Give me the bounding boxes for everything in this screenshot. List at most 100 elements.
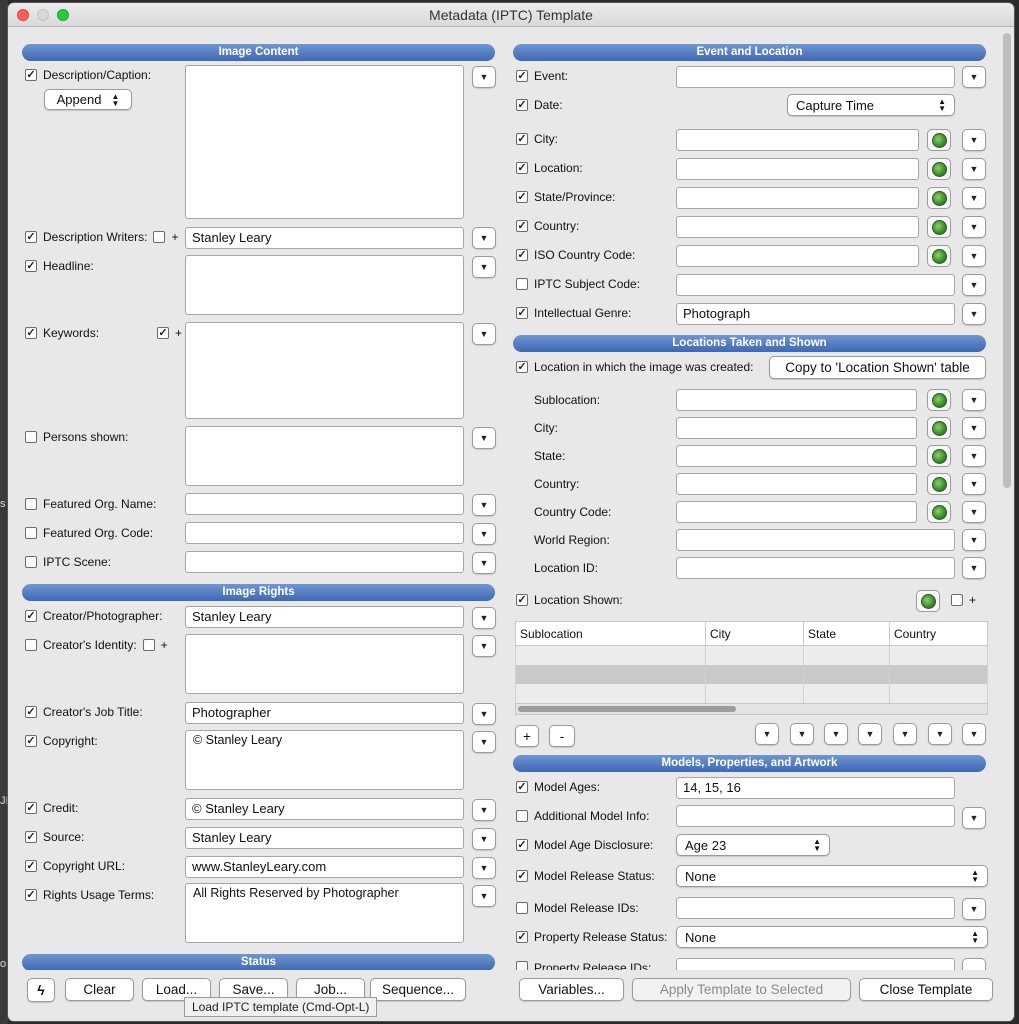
persons-shown-textarea[interactable] xyxy=(185,426,464,486)
table-row[interactable] xyxy=(515,645,988,665)
description-checkbox[interactable]: ✓ xyxy=(25,69,37,81)
release-ids-checkbox[interactable] xyxy=(516,902,528,914)
column-header-sublocation[interactable]: Sublocation xyxy=(515,621,706,646)
column-region-dropdown-button[interactable]: ▼ xyxy=(928,723,952,745)
sublocation-dropdown-button[interactable]: ▼ xyxy=(962,389,986,411)
location-shown-lookup-button[interactable] xyxy=(916,590,940,612)
column-city-dropdown-button[interactable]: ▼ xyxy=(790,723,814,745)
close-template-button[interactable]: Close Template xyxy=(859,978,993,1001)
creator-identity-append-checkbox[interactable] xyxy=(142,639,155,651)
description-dropdown-button[interactable]: ▼ xyxy=(472,66,496,88)
event-input[interactable] xyxy=(676,66,955,88)
subject-code-checkbox[interactable] xyxy=(516,278,528,290)
copyright-url-dropdown-button[interactable]: ▼ xyxy=(472,857,496,879)
copy-to-location-shown-button[interactable]: Copy to 'Location Shown' table xyxy=(769,356,986,379)
property-status-select[interactable]: None ▲ ▼ xyxy=(676,926,988,948)
created-country-code-input[interactable] xyxy=(676,501,917,523)
source-checkbox[interactable]: ✓ xyxy=(25,831,37,843)
iso-code-checkbox[interactable]: ✓ xyxy=(516,249,528,261)
featured-org-name-checkbox[interactable] xyxy=(25,498,37,510)
minimize-window-icon[interactable] xyxy=(37,9,49,21)
zoom-window-icon[interactable] xyxy=(57,9,69,21)
job-title-input[interactable]: Photographer xyxy=(185,702,464,724)
keywords-dropdown-button[interactable]: ▼ xyxy=(472,323,496,345)
column-code-dropdown-button[interactable]: ▼ xyxy=(893,723,917,745)
credit-checkbox[interactable]: ✓ xyxy=(25,802,37,814)
headline-checkbox[interactable]: ✓ xyxy=(25,260,37,272)
description-writers-dropdown-button[interactable]: ▼ xyxy=(472,227,496,249)
column-country-dropdown-button[interactable]: ▼ xyxy=(858,723,882,745)
creator-checkbox[interactable]: ✓ xyxy=(25,610,37,622)
table-horizontal-scrollbar[interactable] xyxy=(515,703,988,715)
date-checkbox[interactable]: ✓ xyxy=(516,99,528,111)
add-location-button[interactable]: + xyxy=(515,725,539,747)
iptc-scene-checkbox[interactable] xyxy=(25,556,37,568)
copyright-url-input[interactable]: www.StanleyLeary.com xyxy=(185,856,464,878)
location-shown-append-checkbox[interactable] xyxy=(951,594,963,606)
creator-input[interactable]: Stanley Leary xyxy=(185,606,464,628)
description-mode-select[interactable]: Append ▲ ▼ xyxy=(44,89,132,110)
world-region-dropdown-button[interactable]: ▼ xyxy=(962,529,986,551)
table-row[interactable] xyxy=(515,664,988,684)
location-id-input[interactable] xyxy=(676,557,955,579)
copyright-dropdown-button[interactable]: ▼ xyxy=(472,731,496,753)
sequence-button[interactable]: Sequence... xyxy=(370,978,466,1001)
created-state-lookup-button[interactable] xyxy=(927,445,951,467)
country-lookup-button[interactable] xyxy=(927,216,951,238)
created-city-lookup-button[interactable] xyxy=(927,417,951,439)
age-disclosure-select[interactable]: Age 23 ▲ ▼ xyxy=(676,834,830,856)
keywords-append-checkbox[interactable]: ✓ xyxy=(157,327,169,339)
location-shown-checkbox[interactable]: ✓ xyxy=(516,594,528,606)
creator-identity-textarea[interactable] xyxy=(185,634,464,694)
created-country-code-lookup-button[interactable] xyxy=(927,501,951,523)
location-id-dropdown-button[interactable]: ▼ xyxy=(962,557,986,579)
credit-dropdown-button[interactable]: ▼ xyxy=(472,799,496,821)
credit-input[interactable]: © Stanley Leary xyxy=(185,798,464,820)
source-dropdown-button[interactable]: ▼ xyxy=(472,828,496,850)
headline-dropdown-button[interactable]: ▼ xyxy=(472,256,496,278)
column-header-state[interactable]: State xyxy=(803,621,890,646)
created-state-input[interactable] xyxy=(676,445,917,467)
apply-template-button[interactable]: Apply Template to Selected xyxy=(632,978,851,1001)
release-ids-dropdown-button[interactable]: ▼ xyxy=(962,898,986,920)
clear-button[interactable]: Clear xyxy=(65,978,134,1001)
column-header-city[interactable]: City xyxy=(705,621,804,646)
genre-input[interactable]: Photograph xyxy=(676,303,955,325)
quick-apply-button[interactable]: ϟ xyxy=(27,978,55,1002)
persons-shown-dropdown-button[interactable]: ▼ xyxy=(472,427,496,449)
featured-org-name-input[interactable] xyxy=(185,493,464,515)
iptc-scene-dropdown-button[interactable]: ▼ xyxy=(472,552,496,574)
column-state-dropdown-button[interactable]: ▼ xyxy=(824,723,848,745)
description-writers-input[interactable]: Stanley Leary xyxy=(185,227,464,249)
vertical-scrollbar-thumb[interactable] xyxy=(1003,33,1011,488)
state-lookup-button[interactable] xyxy=(927,187,951,209)
copyright-checkbox[interactable]: ✓ xyxy=(25,735,37,747)
age-disclosure-checkbox[interactable]: ✓ xyxy=(516,839,528,851)
scrollbar-thumb[interactable] xyxy=(518,706,736,712)
rights-usage-dropdown-button[interactable]: ▼ xyxy=(472,885,496,907)
iso-code-input[interactable] xyxy=(676,245,919,267)
featured-org-code-input[interactable] xyxy=(185,522,464,544)
property-ids-input[interactable] xyxy=(676,958,955,970)
location-shown-table[interactable]: Sublocation City State Country xyxy=(515,621,988,703)
state-checkbox[interactable]: ✓ xyxy=(516,191,528,203)
additional-info-dropdown-button[interactable]: ▼ xyxy=(962,807,986,829)
world-region-input[interactable] xyxy=(676,529,955,551)
city-dropdown-button[interactable]: ▼ xyxy=(962,129,986,151)
date-select[interactable]: Capture Time ▲ ▼ xyxy=(787,94,955,116)
iso-code-dropdown-button[interactable]: ▼ xyxy=(962,245,986,267)
property-status-checkbox[interactable]: ✓ xyxy=(516,931,528,943)
featured-org-code-checkbox[interactable] xyxy=(25,527,37,539)
additional-info-checkbox[interactable] xyxy=(516,810,528,822)
source-input[interactable]: Stanley Leary xyxy=(185,827,464,849)
country-dropdown-button[interactable]: ▼ xyxy=(962,216,986,238)
location-checkbox[interactable]: ✓ xyxy=(516,162,528,174)
featured-org-code-dropdown-button[interactable]: ▼ xyxy=(472,523,496,545)
creator-identity-dropdown-button[interactable]: ▼ xyxy=(472,635,496,657)
release-status-select[interactable]: None ▲ ▼ xyxy=(676,865,988,887)
job-title-checkbox[interactable]: ✓ xyxy=(25,706,37,718)
additional-info-input[interactable] xyxy=(676,805,955,827)
created-city-input[interactable] xyxy=(676,417,917,439)
rights-usage-checkbox[interactable]: ✓ xyxy=(25,889,37,901)
persons-shown-checkbox[interactable] xyxy=(25,431,37,443)
